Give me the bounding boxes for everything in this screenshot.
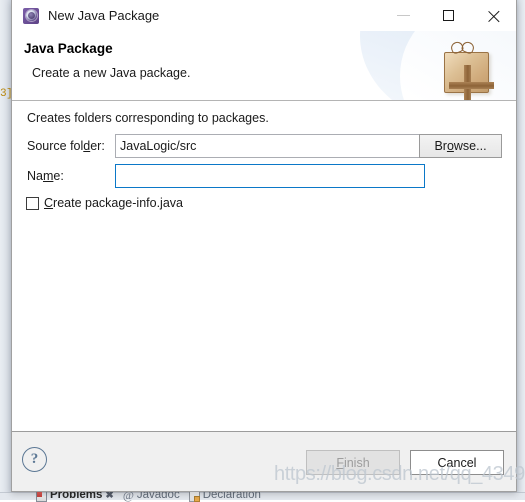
package-name-input[interactable] — [115, 164, 425, 188]
eclipse-new-wizard-icon — [23, 7, 39, 24]
background-right-strip — [517, 0, 525, 492]
dialog-footer: ? Finish Cancel — [12, 431, 516, 491]
help-button[interactable]: ? — [22, 447, 47, 472]
close-button[interactable] — [471, 0, 516, 31]
form-hint: Creates folders corresponding to package… — [27, 111, 269, 125]
maximize-icon — [443, 10, 454, 21]
finish-button[interactable]: Finish — [306, 450, 400, 475]
create-package-info-row[interactable]: Create package-info.java — [26, 196, 183, 210]
dialog-body: Creates folders corresponding to package… — [12, 101, 516, 431]
browse-button[interactable]: Browse... — [419, 134, 502, 158]
background-left-strip — [0, 0, 11, 492]
package-name-label: Name: — [27, 169, 64, 183]
wizard-page-title: Java Package — [24, 41, 113, 56]
create-package-info-checkbox[interactable] — [26, 196, 39, 210]
close-icon — [487, 9, 500, 22]
gift-ribbon-horizontal — [449, 82, 494, 89]
source-folder-input[interactable] — [115, 134, 425, 158]
new-java-package-dialog: New Java Package Java Package Create a n… — [11, 0, 517, 492]
window-controls — [381, 0, 516, 31]
gift-box-body — [444, 52, 494, 100]
wizard-banner: Java Package Create a new Java package. — [12, 31, 516, 101]
dialog-title: New Java Package — [48, 8, 160, 23]
cancel-button[interactable]: Cancel — [410, 450, 504, 475]
package-name-row: Name: — [27, 164, 502, 188]
minimize-icon — [397, 15, 410, 16]
source-folder-label: Source folder: — [27, 139, 105, 153]
source-folder-row: Source folder: Browse... — [27, 134, 502, 158]
minimize-button[interactable] — [381, 0, 426, 31]
dialog-titlebar[interactable]: New Java Package — [12, 0, 516, 31]
gift-box-icon — [440, 40, 494, 100]
create-package-info-label: Create package-info.java — [44, 196, 183, 210]
maximize-button[interactable] — [426, 0, 471, 31]
wizard-page-description: Create a new Java package. — [32, 66, 191, 80]
